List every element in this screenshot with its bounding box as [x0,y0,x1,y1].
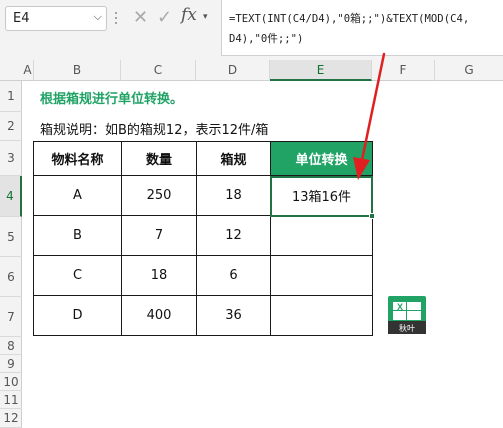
header-cell-material[interactable]: 物料名称 [33,141,122,176]
row-header-1[interactable]: 1 [0,81,22,112]
cell-material[interactable]: C [33,255,122,296]
column-header-c[interactable]: C [121,60,196,81]
column-header-f[interactable]: F [372,60,435,81]
drag-handle-icon[interactable] [113,9,119,29]
row-header-5[interactable]: 5 [0,217,22,257]
name-box-value: E4 [13,11,30,26]
fill-handle[interactable] [369,213,375,219]
row-header-12[interactable]: 12 [0,409,22,428]
active-cell-selection[interactable] [270,176,375,219]
logo-label: 秋叶 [399,323,415,333]
cell-box-spec[interactable]: 12 [196,215,271,256]
table-header-row: 物料名称 数量 箱规 单位转换 [33,141,373,176]
cell-material[interactable]: A [33,175,122,216]
formula-text: =TEXT(INT(C4/D4),"0箱;;")&TEXT(MOD(C4, D4… [229,9,501,49]
column-header-g[interactable]: G [435,60,503,81]
header-cell-quantity[interactable]: 数量 [121,141,197,176]
chevron-down-icon[interactable]: ▾ [203,12,208,22]
row-header-7[interactable]: 7 [0,297,22,337]
data-table: 物料名称 数量 箱规 单位转换 A 250 18 13箱16件 B 7 12 C… [33,141,373,336]
formula-line-1: =TEXT(INT(C4/D4),"0箱;;")&TEXT(MOD(C4, [229,13,470,25]
cell-conversion[interactable] [270,255,373,296]
row-headers: 1 2 3 4 5 6 7 8 9 10 11 12 [0,81,22,428]
cell-material[interactable]: D [33,295,122,336]
sheet-title-cell[interactable]: 根据箱规进行单位转换。 [40,88,183,107]
formula-line-2: D4),"0件;;") [229,33,304,45]
row-header-3[interactable]: 3 [0,141,22,176]
insert-function-icon[interactable]: fx [181,5,197,25]
cell-box-spec[interactable]: 36 [196,295,271,336]
cell-box-spec[interactable]: 6 [196,255,271,296]
table-row: B 7 12 [33,215,373,256]
formula-input[interactable]: =TEXT(INT(C4/D4),"0箱;;")&TEXT(MOD(C4, D4… [221,0,503,56]
chevron-down-icon[interactable]: ⌵ [94,10,102,24]
note-cell[interactable]: 箱规说明：如B的箱规12，表示12件/箱 [40,119,268,138]
header-cell-unit-conversion[interactable]: 单位转换 [270,141,373,176]
row-header-9[interactable]: 9 [0,355,22,373]
cell-quantity[interactable]: 250 [121,175,197,216]
column-header-e[interactable]: E [270,60,372,81]
cell-quantity[interactable]: 7 [121,215,197,256]
cell-conversion[interactable] [270,295,373,336]
table-row: D 400 36 [33,295,373,336]
svg-text:X: X [397,302,403,312]
row-header-4[interactable]: 4 [0,176,22,217]
column-header-b[interactable]: B [34,60,121,81]
table-row: C 18 6 [33,255,373,296]
cell-conversion[interactable] [270,215,373,256]
qiuye-excel-logo: X 秋叶 [388,296,426,334]
column-header-d[interactable]: D [196,60,270,81]
cell-box-spec[interactable]: 18 [196,175,271,216]
formula-bar: E4 ⌵ ✕ ✓ fx ▾ =TEXT(INT(C4/D4),"0箱;;")&T… [0,0,503,60]
cell-quantity[interactable]: 400 [121,295,197,336]
row-header-8[interactable]: 8 [0,337,22,355]
header-cell-box-spec[interactable]: 箱规 [196,141,271,176]
cancel-icon[interactable]: ✕ [133,7,148,28]
row-header-6[interactable]: 6 [0,257,22,297]
name-box[interactable]: E4 ⌵ [5,6,107,31]
row-header-2[interactable]: 2 [0,112,22,141]
row-header-10[interactable]: 10 [0,373,22,391]
confirm-icon[interactable]: ✓ [157,7,172,28]
row-header-11[interactable]: 11 [0,391,22,409]
cell-material[interactable]: B [33,215,122,256]
column-header-a[interactable]: A [22,60,34,81]
column-headers: A B C D E F G [0,60,503,81]
cell-quantity[interactable]: 18 [121,255,197,296]
